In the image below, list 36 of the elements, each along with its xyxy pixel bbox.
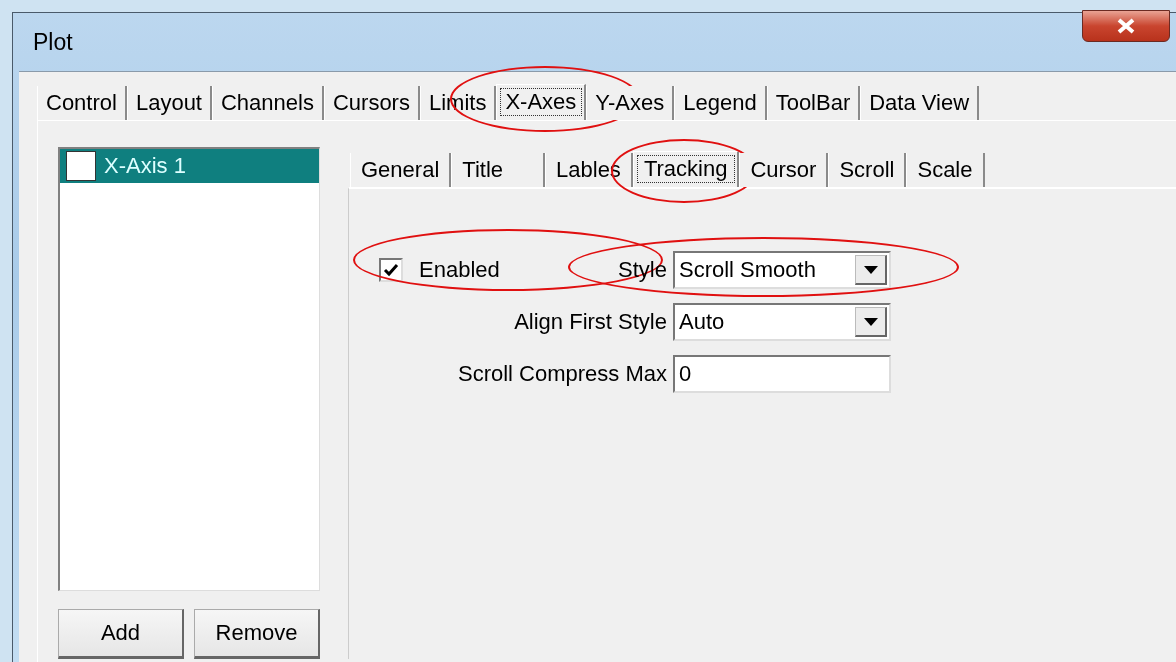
check-icon	[383, 263, 399, 277]
dropdown[interactable]: Auto	[673, 303, 891, 341]
field-label: Scroll Compress Max	[457, 361, 667, 387]
tab[interactable]: Control	[37, 86, 127, 120]
window-title: Plot	[33, 28, 73, 56]
close-button[interactable]	[1082, 10, 1170, 42]
tab[interactable]: Title	[451, 153, 546, 187]
button[interactable]: Remove	[194, 609, 320, 659]
button[interactable]: Add	[58, 609, 184, 659]
dropdown-button[interactable]	[855, 307, 887, 337]
tab[interactable]: Channels	[212, 86, 324, 120]
tab[interactable]: Cursor	[739, 153, 829, 187]
dropdown-button[interactable]	[855, 255, 887, 285]
tab[interactable]: Cursors	[323, 86, 420, 120]
tab[interactable]: X-Axes	[496, 84, 587, 120]
checkbox[interactable]	[66, 151, 96, 181]
checkbox-label[interactable]: Enabled	[419, 257, 500, 283]
field-label: Align First Style	[514, 309, 667, 335]
input-field[interactable]: 0	[673, 355, 891, 393]
caret-icon	[863, 317, 878, 326]
axis-list[interactable]: X-Axis 1	[58, 147, 320, 591]
close-icon	[1116, 18, 1136, 34]
list-item[interactable]: X-Axis 1	[60, 149, 319, 183]
list-item-label: X-Axis 1	[104, 153, 186, 179]
tab[interactable]: Scale	[906, 153, 985, 187]
tab[interactable]: Tracking	[632, 151, 740, 187]
tab[interactable]: General	[350, 153, 452, 187]
dropdown[interactable]: Scroll Smooth	[673, 251, 891, 289]
checkbox[interactable]	[379, 258, 403, 282]
tab[interactable]: Layout	[126, 86, 212, 120]
caret-icon	[863, 265, 878, 274]
tab[interactable]: Scroll	[828, 153, 907, 187]
tab[interactable]: ToolBar	[766, 86, 861, 120]
tab[interactable]: Data View	[860, 86, 980, 120]
tab[interactable]: Legend	[674, 86, 767, 120]
tab[interactable]: Y-Axes	[586, 86, 675, 120]
